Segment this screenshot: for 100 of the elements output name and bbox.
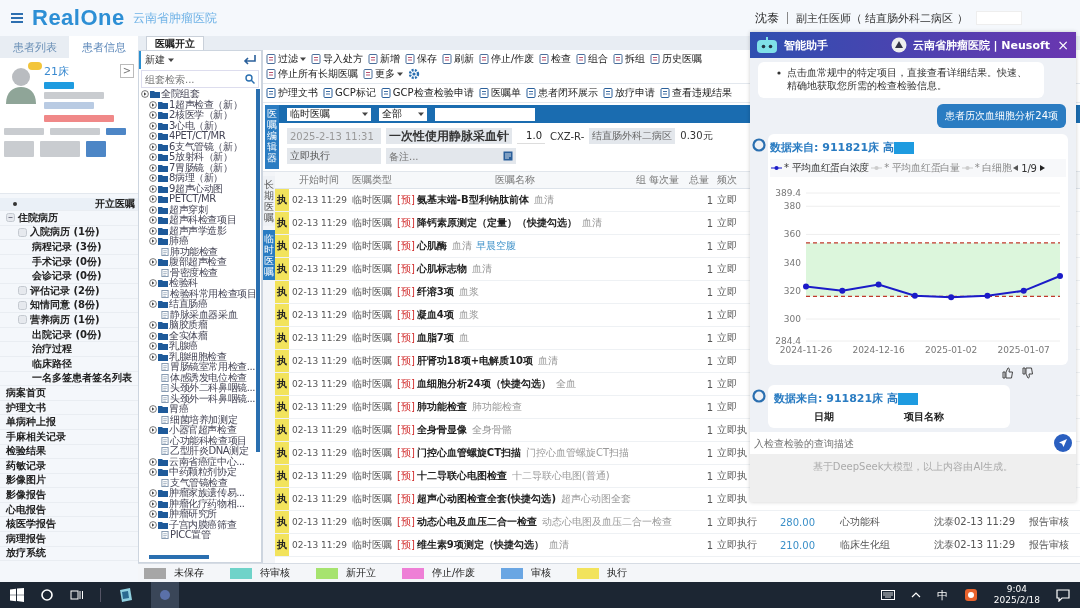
toolbar-button[interactable]: 过滤 xyxy=(266,52,306,66)
toolbar-button[interactable]: GCP检查检验申请 xyxy=(380,86,474,100)
toolbar-button[interactable]: GCP标记 xyxy=(323,86,376,100)
nav-item[interactable]: 评估记录 (2份) xyxy=(0,283,138,299)
legend-item[interactable]: * 平均血红蛋白量 xyxy=(871,161,960,175)
legend-item[interactable]: * 白细胞 xyxy=(961,161,1012,175)
column-header[interactable]: 总量 xyxy=(689,173,709,187)
clock-time[interactable]: 9:04 xyxy=(1006,584,1028,595)
toolbar-button[interactable]: 停止/作废 xyxy=(479,52,535,66)
nav-item[interactable]: 入院病历 (1份) xyxy=(0,225,138,241)
tree-item[interactable]: 头颈外二科鼻咽镜... xyxy=(170,383,256,394)
tree-item[interactable]: 乳腺癌 xyxy=(169,341,198,352)
tree-item[interactable]: 肿瘤家族遗传易... xyxy=(169,488,245,499)
nav-item[interactable]: 营养病历 (1份) xyxy=(0,313,138,328)
nav-item[interactable]: 病案首页 xyxy=(0,386,138,401)
tree-item[interactable]: 细菌培养加测定 xyxy=(170,414,238,425)
toolbar-button[interactable]: 组合 xyxy=(576,52,609,66)
tree-item[interactable]: 脑胶质瘤 xyxy=(169,320,208,331)
tree-item[interactable]: 超声声学造影 xyxy=(169,225,227,236)
tab[interactable]: 长期医嘱 xyxy=(263,176,275,226)
tree-item[interactable]: 肺癌 xyxy=(169,236,189,247)
toolbar-button[interactable]: 放疗申请 xyxy=(602,86,655,100)
search-input[interactable]: 组套检索... xyxy=(145,73,245,85)
tree-item[interactable]: 云南省癌症中心... xyxy=(169,456,245,467)
query-input[interactable]: 入检查检验的查询描述 xyxy=(754,437,1054,449)
column-header[interactable]: 组 xyxy=(636,173,646,187)
tree-item[interactable]: 乳腺细胞检查 xyxy=(169,351,227,362)
tree-item[interactable]: 7胃肠镜（新） xyxy=(169,162,233,173)
ward-field[interactable]: 结直肠外科二病区 xyxy=(589,128,676,144)
query-field[interactable]: 入检查检验的查询描述 xyxy=(750,432,1076,454)
tree-item[interactable]: 3心电（新） xyxy=(169,120,223,131)
note-field[interactable]: 备注... xyxy=(386,148,516,164)
nav-item[interactable]: 影像报告 xyxy=(0,488,138,503)
nav-item[interactable]: 住院病历 xyxy=(0,211,138,226)
clock-date[interactable]: 2025/2/18 xyxy=(993,595,1040,606)
toolbar-button[interactable]: 更多 xyxy=(363,67,403,81)
tab[interactable]: 患者信息 xyxy=(69,36,138,58)
expand-button[interactable]: > xyxy=(120,64,134,78)
nav-item[interactable]: 知情同意 (8份) xyxy=(0,298,138,314)
column-header[interactable]: 开始时间 xyxy=(299,173,339,187)
toolbar-button[interactable]: 护理文书 xyxy=(266,86,318,100)
tree-item[interactable]: 腹部超声检查 xyxy=(169,257,227,268)
toolbar-button[interactable]: 查看违规结果 xyxy=(659,86,732,100)
tree-item[interactable]: 8病理（新） xyxy=(169,173,223,184)
scope-select[interactable]: 全部 xyxy=(379,107,427,121)
nav-item[interactable]: 病理报告 xyxy=(0,532,138,547)
legend-item[interactable]: * 平均血红蛋白浓度 xyxy=(771,161,870,175)
nav-item[interactable]: 药敏记录 xyxy=(0,459,138,474)
nav-item[interactable]: 单病种上报 xyxy=(0,415,138,430)
tree-item[interactable]: 体感诱发电位检查 xyxy=(170,372,247,383)
tree-item[interactable]: 肿瘤化疗药物相... xyxy=(169,498,245,509)
tree-item[interactable]: 9超声心动图 xyxy=(169,183,223,194)
toolbar-button[interactable]: 刷新 xyxy=(442,52,474,66)
tree-item[interactable]: 子宫内膜癌筛查 xyxy=(169,519,237,530)
order-type-select[interactable]: 临时医嘱 xyxy=(287,107,371,121)
toolbar-button[interactable]: 检查 xyxy=(539,52,572,66)
tree-item[interactable]: 检验科常用检查项目 xyxy=(170,288,257,299)
tree-item[interactable]: 4PET/CT/MR xyxy=(169,131,226,142)
tree-item[interactable]: 超声穿刺 xyxy=(169,204,208,215)
tree-item[interactable]: 2核医学（新） xyxy=(169,110,233,121)
frequency-field[interactable]: 立即执行 xyxy=(287,148,381,164)
note-input[interactable]: 备注... xyxy=(389,150,503,162)
tree-item[interactable]: PICC置管 xyxy=(170,530,211,541)
item-field[interactable]: 一次性使用静脉采血针 xyxy=(386,128,512,144)
new-dropdown[interactable]: 新建 xyxy=(145,53,174,67)
close-button[interactable]: × xyxy=(1056,37,1070,53)
tree-item[interactable]: 5放射科（新） xyxy=(169,152,233,163)
dose-field[interactable]: 1.0 xyxy=(517,128,545,144)
tree-item[interactable]: 骨密度检查 xyxy=(170,267,218,278)
nav-item[interactable]: 会诊记录 (0份) xyxy=(0,269,138,284)
tab[interactable]: 医嘱开立 xyxy=(146,36,204,50)
tree-item[interactable]: 胃癌 xyxy=(169,404,189,415)
search-field[interactable]: 组套检索... xyxy=(141,70,259,88)
toolbar-button[interactable]: 保存 xyxy=(405,52,437,66)
tree-item[interactable]: 静脉采血器采血 xyxy=(170,309,238,320)
toolbar-button[interactable]: 历史医嘱 xyxy=(650,52,703,66)
tree-item[interactable]: 乙型肝炎DNA测定 xyxy=(170,446,249,457)
toolbar-button[interactable]: 停止所有长期医嘱 xyxy=(266,67,358,81)
tree-item[interactable]: 肺功能检查 xyxy=(170,246,218,257)
column-header[interactable]: 医嘱名称 xyxy=(495,173,535,187)
toolbar-button[interactable]: 患者闭环展示 xyxy=(525,86,598,100)
tree-item[interactable]: 支气管镜检查 xyxy=(170,477,228,488)
toolbar-button[interactable]: 拆组 xyxy=(613,52,646,66)
tree-item[interactable]: 1超声检查（新） xyxy=(169,99,243,110)
tree-item[interactable]: 全实体瘤 xyxy=(169,330,208,341)
column-header[interactable]: 医嘱类型 xyxy=(352,173,392,187)
toolbar-button[interactable]: 医嘱单 xyxy=(478,86,521,100)
column-header[interactable]: 频次 xyxy=(717,173,737,187)
tree-item[interactable]: 检验科 xyxy=(169,278,198,289)
tab[interactable]: 临时医嘱 xyxy=(263,230,275,280)
input-method[interactable]: 中 xyxy=(936,587,948,603)
tree-item[interactable]: 心功能科检查项目 xyxy=(170,435,247,446)
column-header[interactable]: 每次量 xyxy=(649,173,679,187)
tree-item[interactable]: PETCT/MR xyxy=(169,194,216,205)
tree-item[interactable]: 6支气管镜（新） xyxy=(169,141,243,152)
tree-item[interactable]: 全院组套 xyxy=(161,89,200,100)
nav-item[interactable]: 病程记录 (3份) xyxy=(0,240,138,255)
tree-item[interactable]: 胃肠镜室常用检查... xyxy=(170,362,256,373)
tree-item[interactable]: 结直肠癌 xyxy=(169,299,208,310)
toolbar-button[interactable]: 新增 xyxy=(368,52,400,66)
